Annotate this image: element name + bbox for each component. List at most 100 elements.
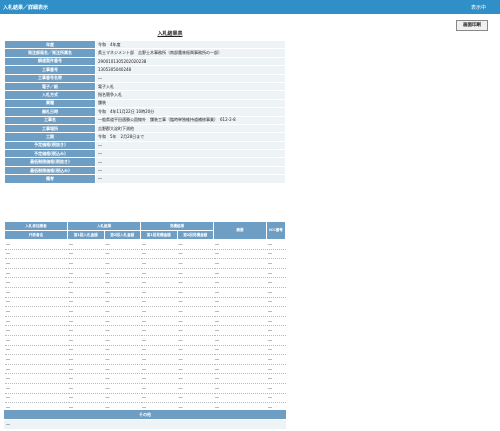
- table-cell: ―: [266, 306, 286, 317]
- info-label: 電子／紙: [4, 81, 96, 92]
- table-cell: ―: [4, 383, 68, 394]
- info-value: ―: [95, 140, 286, 151]
- table-cell: ―: [4, 277, 68, 288]
- table-cell: ―: [266, 287, 286, 298]
- table-cell: ―: [176, 297, 214, 308]
- table-cell: ―: [140, 258, 177, 269]
- table-row: ―――――――: [4, 297, 286, 308]
- info-value: 2900101305202020238: [95, 56, 286, 67]
- table-cell: ―: [67, 383, 104, 394]
- table-cell: ―: [176, 345, 214, 356]
- table-cell: ―: [140, 383, 177, 394]
- table-row: ―――――――: [4, 268, 286, 279]
- table-cell: ―: [176, 258, 214, 269]
- table-cell: ―: [213, 306, 267, 317]
- table-cell: ―: [67, 306, 104, 317]
- table-cell: ―: [4, 297, 68, 308]
- info-label: 開札日時: [4, 107, 96, 117]
- table-row: ―――――――: [4, 354, 286, 365]
- table-row: ―――――――: [4, 325, 286, 336]
- info-label: 入札方式: [4, 90, 96, 100]
- table-cell: ―: [140, 287, 177, 298]
- table-cell: ―: [140, 297, 177, 308]
- col-header-remarks: 摘要: [213, 221, 267, 240]
- table-cell: ―: [266, 345, 286, 356]
- table-cell: ―: [67, 249, 104, 260]
- table-cell: ―: [266, 249, 286, 260]
- col-header-icc: ICC番号: [266, 221, 286, 240]
- table-cell: ―: [4, 249, 68, 260]
- info-row: 業種 舗装: [4, 98, 286, 109]
- table-cell: ―: [266, 297, 286, 308]
- table-cell: ―: [213, 277, 267, 288]
- table-cell: ―: [213, 316, 267, 327]
- info-table: 年度 令和 4年度 発注部局名／発注所属名 県土マネジメント部 吉野土木事務所（南部農…: [4, 39, 286, 184]
- table-cell: ―: [103, 393, 141, 404]
- info-label: 調達案件番号: [4, 56, 96, 67]
- col-header-bidder: 入札参加業者: [4, 221, 68, 231]
- table-cell: ―: [103, 277, 141, 288]
- info-value: 電子入札: [95, 81, 286, 92]
- table-cell: ―: [67, 393, 104, 404]
- info-value: 1305305040248: [95, 65, 286, 75]
- table-cell: ―: [266, 373, 286, 384]
- table-cell: ―: [67, 239, 104, 250]
- table-cell: ―: [266, 393, 286, 404]
- table-cell: ―: [103, 249, 141, 260]
- table-cell: ―: [4, 239, 68, 250]
- table-row: ―――――――: [4, 239, 286, 250]
- table-cell: ―: [67, 325, 104, 336]
- table-cell: ―: [4, 345, 68, 356]
- table-cell: ―: [4, 335, 68, 346]
- info-row: 最低制限価格(税抜き) ―: [4, 157, 286, 167]
- table-cell: ―: [266, 258, 286, 269]
- table-cell: ―: [266, 335, 286, 346]
- info-value: ―: [95, 157, 286, 167]
- table-cell: ―: [266, 364, 286, 375]
- table-cell: ―: [266, 239, 286, 250]
- table-cell: ―: [140, 268, 177, 279]
- table-cell: ―: [140, 306, 177, 317]
- table-row: ―――――――: [4, 316, 286, 327]
- info-row: 最低制限価格(税込み) ―: [4, 165, 286, 176]
- table-cell: ―: [266, 354, 286, 365]
- table-cell: ―: [140, 345, 177, 356]
- table-row: ―――――――: [4, 364, 286, 375]
- info-value: 県土マネジメント部 吉野土木事務所（南部農林振興事務所の一部）: [95, 48, 286, 58]
- table-cell: ―: [140, 316, 177, 327]
- status-label: 表示中: [470, 5, 486, 11]
- col-header-estimate-result: 見積結果: [140, 221, 214, 231]
- table-cell: ―: [266, 316, 286, 327]
- print-button[interactable]: 画面印刷: [456, 20, 488, 31]
- page-title: 入札結果表: [157, 31, 183, 37]
- info-label: 最低制限価格(税込み): [4, 165, 96, 176]
- table-row: ―――――――: [4, 373, 286, 384]
- table-cell: ―: [176, 277, 214, 288]
- table-cell: ―: [213, 249, 267, 260]
- table-cell: ―: [213, 383, 267, 394]
- table-cell: ―: [213, 364, 267, 375]
- table-row: ―――――――: [4, 277, 286, 288]
- info-row: 工期 令和 5年 2月28日まで: [4, 132, 286, 142]
- table-cell: ―: [103, 325, 141, 336]
- table-cell: ―: [67, 297, 104, 308]
- table-cell: ―: [103, 354, 141, 365]
- info-row: 予定価格(税込み) ―: [4, 149, 286, 159]
- table-cell: ―: [140, 335, 177, 346]
- table-cell: ―: [213, 268, 267, 279]
- info-value: ―: [95, 149, 286, 159]
- table-cell: ―: [103, 335, 141, 346]
- table-row: ―――――――: [4, 345, 286, 356]
- table-cell: ―: [4, 373, 68, 384]
- info-value: 舗装: [95, 98, 286, 109]
- info-label: 工期: [4, 132, 96, 142]
- table-cell: ―: [176, 335, 214, 346]
- table-cell: ―: [103, 364, 141, 375]
- table-cell: ―: [4, 306, 68, 317]
- table-cell: ―: [176, 287, 214, 298]
- table-cell: ―: [213, 325, 267, 336]
- other-value: ―: [4, 420, 286, 429]
- table-cell: ―: [103, 268, 141, 279]
- table-row: ―――――――: [4, 258, 286, 269]
- table-cell: ―: [140, 325, 177, 336]
